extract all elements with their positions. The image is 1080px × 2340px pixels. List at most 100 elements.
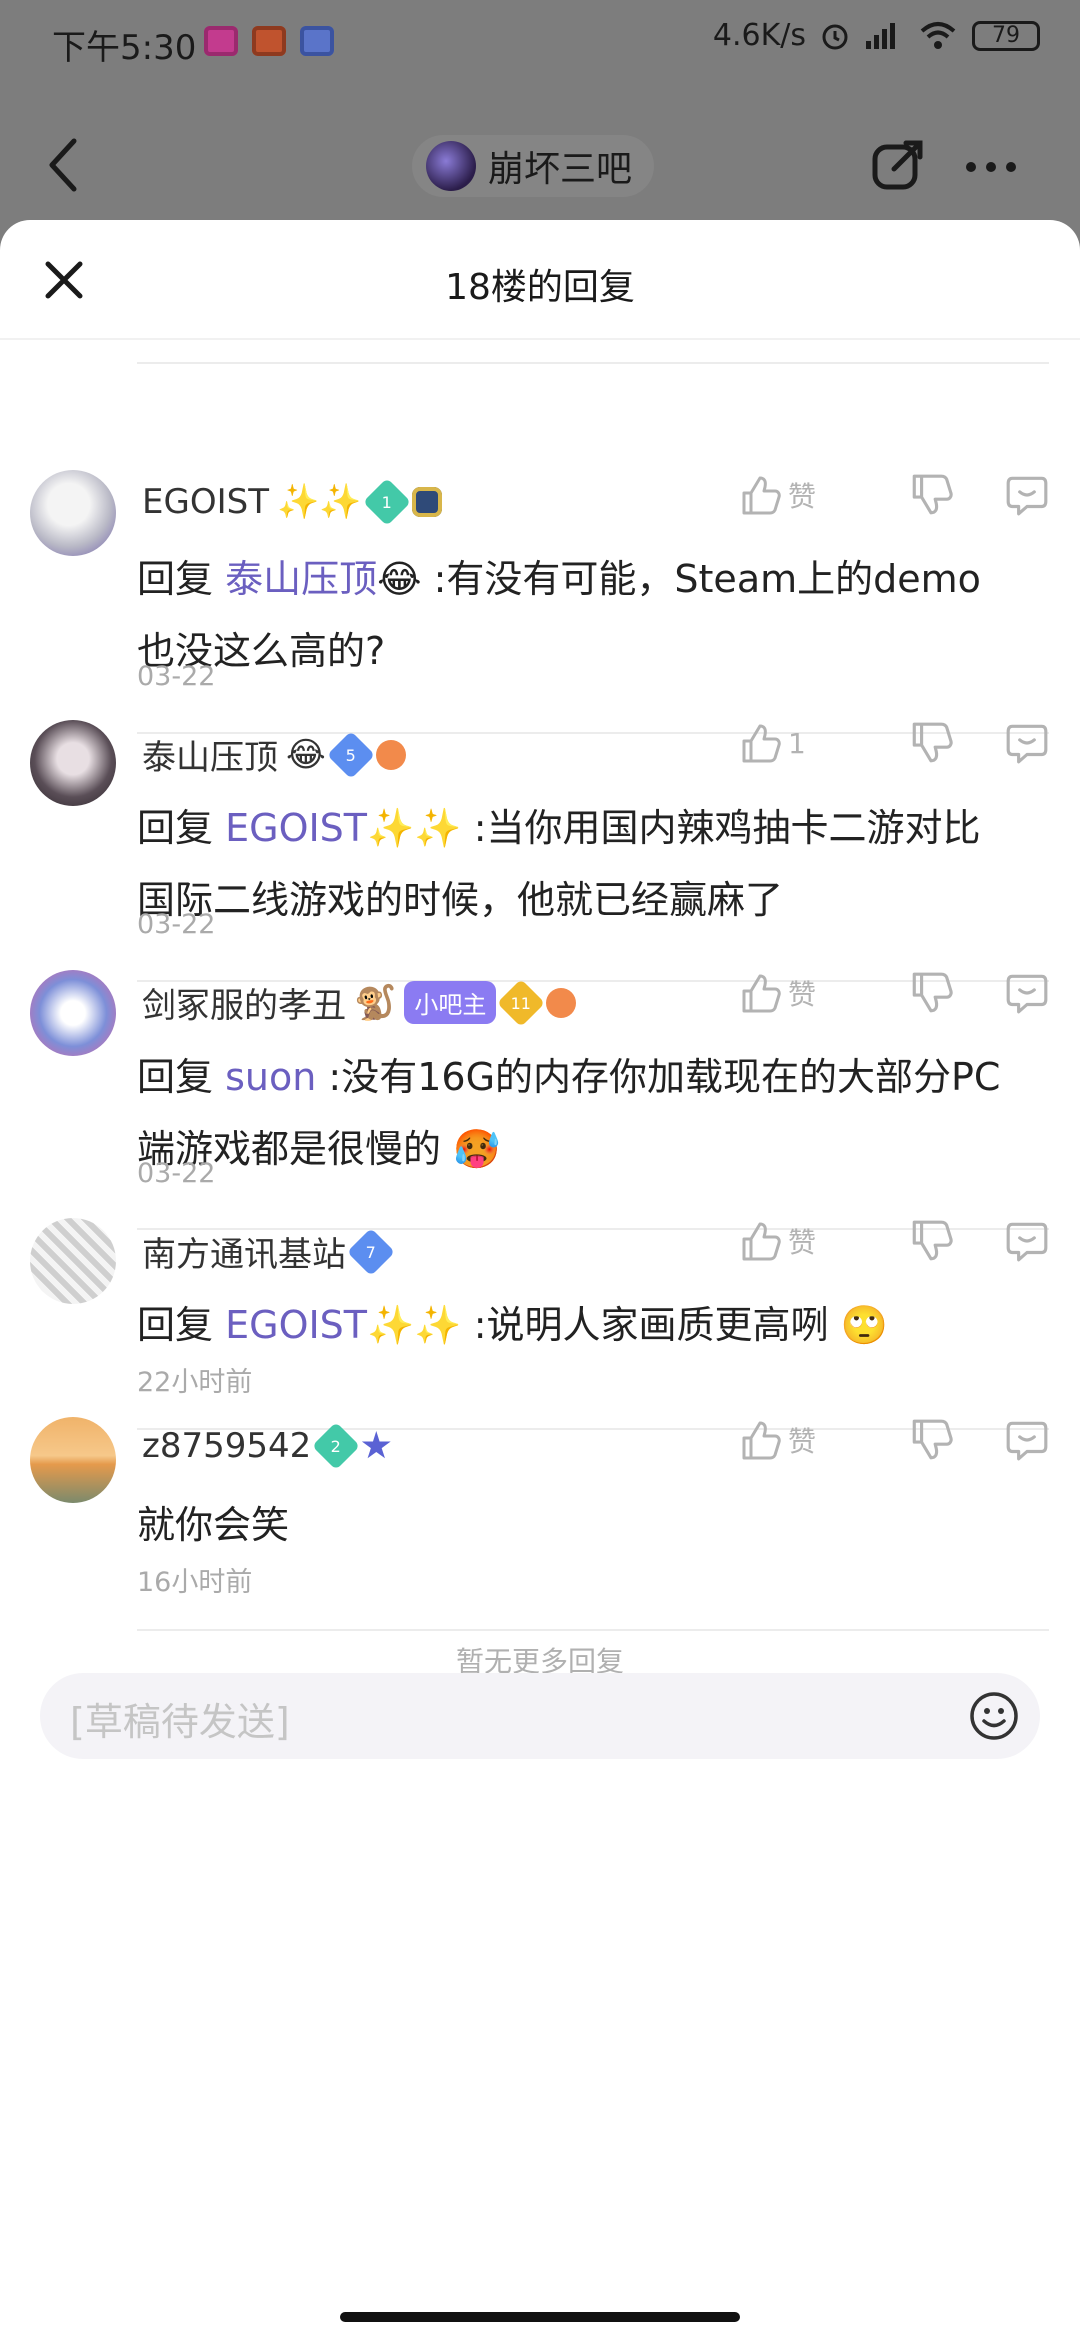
reply-text-line: :当你用国内辣鸡抽卡二游对比 xyxy=(461,806,981,850)
reply-content: 回复 EGOIST✨✨ :说明人家画质更高咧 🙄 xyxy=(137,1289,1037,1361)
mention-link[interactable]: EGOIST xyxy=(225,806,367,850)
divider xyxy=(0,338,1080,340)
mention-link[interactable]: suon xyxy=(225,1055,316,1099)
sheet-header: 18楼的回复 xyxy=(0,220,1080,338)
username[interactable]: EGOIST xyxy=(142,482,269,522)
comment-icon[interactable] xyxy=(1004,1417,1050,1463)
thumbs-up-icon xyxy=(742,1421,781,1460)
top-nav: 崩坏三吧 xyxy=(0,95,1080,225)
sparkle-icon: ✨✨ xyxy=(367,806,462,850)
status-time: 下午5:30 xyxy=(52,28,197,68)
divider xyxy=(137,1629,1049,1631)
app-notification-icon xyxy=(252,26,286,56)
laughing-emoji-icon: 😂 xyxy=(286,734,326,775)
reply-content: 回复 suon :没有16G的内存你加载现在的大部分PC 端游戏都是很慢的 🥵 xyxy=(137,1041,1037,1185)
like-count: 赞 xyxy=(788,480,817,513)
monkey-emoji-icon: 🐒 xyxy=(354,982,397,1023)
comment-icon[interactable] xyxy=(1004,970,1050,1016)
sparkle-icon: ✨✨ xyxy=(276,482,362,522)
reply-actions: 1 xyxy=(738,720,1050,766)
reply-actions: 赞 xyxy=(738,472,1050,518)
comment-icon[interactable] xyxy=(1004,720,1050,766)
level-badge-icon: 11 xyxy=(497,978,546,1027)
emoji-icon[interactable] xyxy=(968,1690,1020,1742)
comment-icon[interactable] xyxy=(1004,472,1050,518)
reply-text-line: :没有16G的内存你加载现在的大部分PC xyxy=(316,1055,1001,1099)
avatar[interactable] xyxy=(30,970,116,1056)
thumbs-down-icon[interactable] xyxy=(908,970,954,1016)
more-icon[interactable] xyxy=(966,157,1022,177)
reply-date: 03-22 xyxy=(137,1158,216,1189)
mention-link[interactable]: EGOIST xyxy=(225,1303,367,1347)
level-badge-icon: 1 xyxy=(362,477,411,527)
reply-date: 16小时前 xyxy=(137,1567,253,1598)
reply-text-line: :说明人家画质更高咧 xyxy=(461,1303,829,1347)
thumbs-down-icon[interactable] xyxy=(908,720,954,766)
forum-avatar xyxy=(426,141,476,191)
input-placeholder: [草稿待发送] xyxy=(70,1700,290,1744)
username[interactable]: 泰山压顶 xyxy=(142,730,278,779)
reply-prefix: 回复 xyxy=(137,1303,214,1347)
reply-sheet: 18楼的回复 EGOIST ✨✨ 1 赞 回复 泰山压顶😂 :有没有可能，Ste… xyxy=(0,220,1080,2340)
thumbs-down-icon[interactable] xyxy=(908,1417,954,1463)
username-row: EGOIST ✨✨ 1 xyxy=(142,477,442,527)
reply-input[interactable]: [草稿待发送] xyxy=(40,1673,1040,1759)
thumbs-down-icon[interactable] xyxy=(908,1218,954,1264)
like-button[interactable]: 赞 xyxy=(738,1219,858,1263)
app-notification-icon xyxy=(300,26,334,56)
comment-icon[interactable] xyxy=(1004,1218,1050,1264)
like-button[interactable]: 赞 xyxy=(738,1418,858,1462)
level-badge-icon: 2 xyxy=(312,1421,361,1471)
avatar[interactable] xyxy=(30,1417,116,1503)
emoji-icon: 🙄 xyxy=(840,1303,888,1347)
like-button[interactable]: 赞 xyxy=(738,473,858,517)
share-icon[interactable] xyxy=(870,137,926,193)
thumbs-down-icon[interactable] xyxy=(908,472,954,518)
username[interactable]: 剑冢服的孝丑 xyxy=(142,978,346,1027)
avatar[interactable] xyxy=(30,1218,116,1304)
signal-icon xyxy=(866,22,895,49)
reply-text-line: 就你会笑 xyxy=(137,1503,290,1547)
reply-date: 22小时前 xyxy=(137,1367,253,1398)
username-row: z8759542 2 xyxy=(142,1421,391,1471)
like-button[interactable]: 1 xyxy=(738,721,858,765)
battery-icon: 79 xyxy=(972,20,1040,51)
thumbs-up-icon xyxy=(742,724,781,763)
thumbs-up-icon xyxy=(742,974,781,1013)
username[interactable]: z8759542 xyxy=(142,1426,311,1466)
reply-text-line: :有没有可能，Steam上的demo xyxy=(421,557,981,601)
reply-content: 就你会笑 xyxy=(137,1489,1037,1561)
emoji-icon: 😂 xyxy=(377,557,422,601)
reply-prefix: 回复 xyxy=(137,806,214,850)
star-medal-icon xyxy=(361,1431,391,1459)
mention-link[interactable]: 泰山压顶 xyxy=(225,557,377,601)
avatar[interactable] xyxy=(30,720,116,806)
back-icon[interactable] xyxy=(44,135,84,195)
username[interactable]: 南方通讯基站 xyxy=(142,1227,346,1276)
level-badge-icon: 7 xyxy=(346,1227,396,1276)
status-right: 4.6K/s 79 xyxy=(713,18,1040,53)
reply-actions: 赞 xyxy=(738,970,1050,1016)
reply-text-line: 也没这么高的? xyxy=(137,629,386,673)
like-button[interactable]: 赞 xyxy=(738,971,858,1015)
sheet-title: 18楼的回复 xyxy=(445,267,635,308)
divider xyxy=(137,362,1049,364)
status-notification-icons xyxy=(204,26,334,56)
home-indicator[interactable] xyxy=(340,2312,740,2322)
reply-date: 03-22 xyxy=(137,909,216,940)
forum-name: 崩坏三吧 xyxy=(488,149,633,190)
forum-pill[interactable]: 崩坏三吧 xyxy=(412,135,655,197)
status-bar: 下午5:30 4.6K/s 79 xyxy=(0,0,1080,95)
reply-prefix: 回复 xyxy=(137,1055,214,1099)
wifi-icon xyxy=(920,21,956,49)
like-count: 赞 xyxy=(788,1226,817,1259)
sparkle-icon: ✨✨ xyxy=(367,1303,462,1347)
avatar[interactable] xyxy=(30,470,116,556)
reply-content: 回复 EGOIST✨✨ :当你用国内辣鸡抽卡二游对比 国际二线游戏的时候，他就已… xyxy=(137,792,1037,936)
username-row: 南方通讯基站 7 xyxy=(142,1227,396,1276)
reply-content: 回复 泰山压顶😂 :有没有可能，Steam上的demo 也没这么高的? xyxy=(137,543,1037,687)
reply-actions: 赞 xyxy=(738,1417,1050,1463)
username-row: 泰山压顶 😂 5 xyxy=(142,730,406,779)
like-count: 1 xyxy=(788,726,806,760)
reply-date: 03-22 xyxy=(137,661,216,692)
